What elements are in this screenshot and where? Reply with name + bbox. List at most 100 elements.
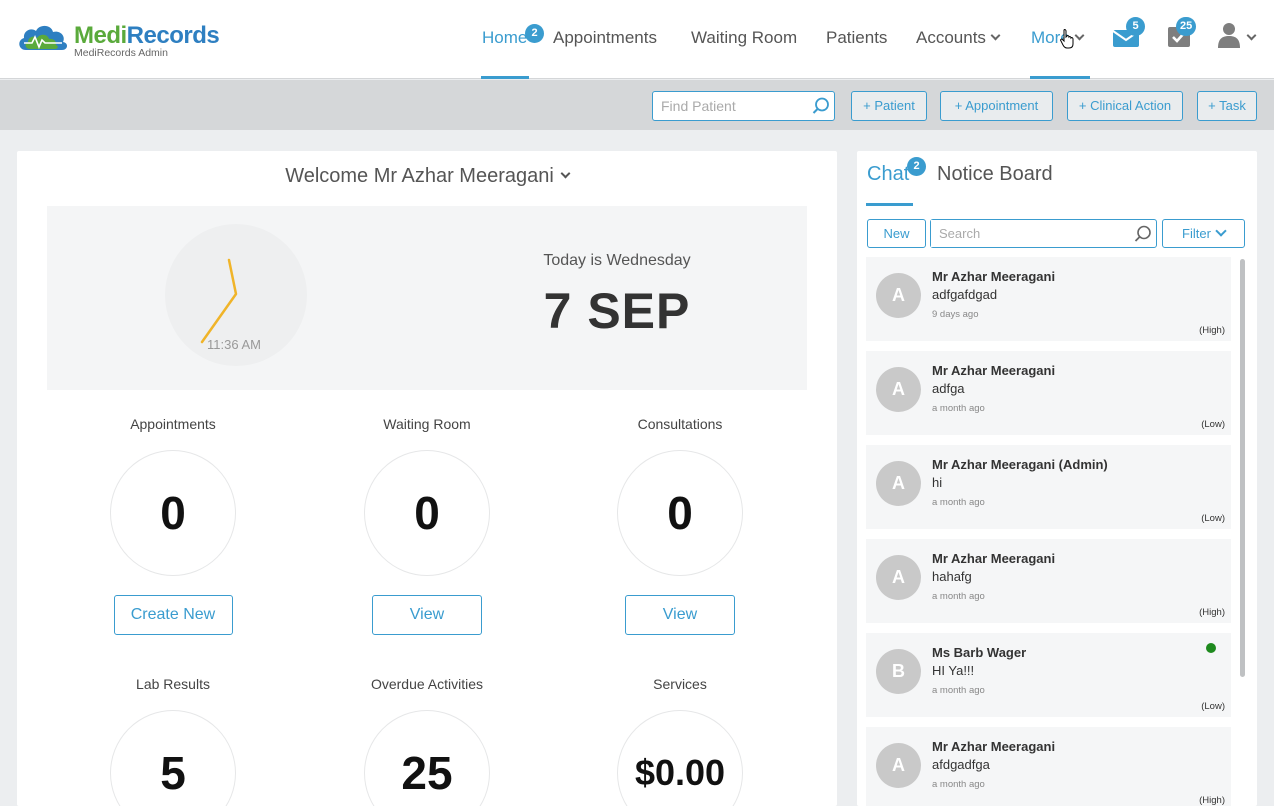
chat-message: afdgadfga [932,757,990,772]
stat-label: Appointments [130,416,216,432]
stat-label: Services [653,676,707,692]
tasks-badge: 25 [1176,17,1197,36]
chat-priority: (High) [1199,795,1225,806]
welcome-menu[interactable]: Welcome Mr Azhar Meeragani [17,165,837,188]
messages-badge: 5 [1126,17,1145,36]
chat-list-item[interactable]: B Ms Barb Wager HI Ya!!! a month ago (Lo… [866,633,1231,717]
chevron-down-icon [1246,30,1257,41]
chat-list-item[interactable]: A Mr Azhar Meeragani afdgadfga a month a… [866,727,1231,806]
avatar: A [876,461,921,506]
search-icon[interactable] [812,97,830,115]
chevron-down-icon [560,168,571,179]
hand-cursor-icon [1060,29,1074,49]
medirecords-logo[interactable]: MediRecords MediRecords Admin [16,20,226,62]
search-icon[interactable] [1134,225,1152,243]
stat-lab-results[interactable]: Lab Results 5 [83,671,263,806]
stat-services[interactable]: Services $0.00 [590,671,770,806]
chat-message: HI Ya!!! [932,663,975,678]
brand-name: MediRecords [74,22,220,49]
cloud-logo-icon [19,25,68,50]
online-status-dot [1206,643,1216,653]
chat-sender: Ms Barb Wager [932,645,1027,660]
stat-value: 0 [110,450,236,576]
add-task-button[interactable]: + Task [1197,91,1257,121]
nav-more-underline [1030,76,1090,79]
chat-search-input[interactable] [931,220,1121,247]
user-menu-button[interactable] [1218,22,1257,53]
stat-label: Overdue Activities [370,676,484,692]
chevron-down-icon [1215,225,1227,237]
new-chat-button[interactable]: New [867,219,926,248]
find-patient-input[interactable] [653,92,803,120]
avatar: A [876,367,921,412]
nav-home-underline [481,76,529,79]
chat-list-item[interactable]: A Mr Azhar Meeragani (Admin) hi a month … [866,445,1231,529]
tab-notice-board[interactable]: Notice Board [937,163,1053,186]
avatar: A [876,555,921,600]
clock-date-widget: 11:36 AM Today is Wednesday 7 SEP [47,206,807,390]
stat-consultations: Consultations 0 View [590,411,770,635]
home-badge: 2 [525,24,544,43]
avatar: A [876,743,921,788]
chat-priority: (Low) [1201,701,1225,712]
user-icon [1218,23,1240,48]
dashboard-panel: Welcome Mr Azhar Meeragani 11:36 AM Toda… [17,151,837,806]
stat-value: 0 [364,450,490,576]
action-toolbar: + Patient + Appointment + Clinical Actio… [0,80,1274,130]
brand-subtitle: MediRecords Admin [74,47,168,59]
chat-badge: 2 [907,157,926,176]
chat-time: 9 days ago [932,309,979,320]
add-patient-button[interactable]: + Patient [851,91,927,121]
nav-waiting-room[interactable]: Waiting Room [691,28,797,48]
chat-message: adfga [932,381,965,396]
chat-list-item[interactable]: A Mr Azhar Meeragani adfga a month ago (… [866,351,1231,435]
chat-sender: Mr Azhar Meeragani [932,739,1056,754]
stat-label: Waiting Room [383,416,471,432]
stat-waiting-room: Waiting Room 0 View [337,411,517,635]
chat-sender: Mr Azhar Meeragani [932,551,1056,566]
filter-label: Filter [1182,226,1211,241]
view-consultations-button[interactable]: View [625,595,735,635]
create-new-appointment-button[interactable]: Create New [113,595,233,635]
add-clinical-action-button[interactable]: + Clinical Action [1067,91,1183,121]
tab-chat[interactable]: Chat [867,163,909,186]
chat-search-box [930,219,1157,248]
current-date: 7 SEP [543,283,691,339]
welcome-text: Welcome Mr Azhar Meeragani [285,165,554,187]
chat-time: a month ago [932,685,985,696]
chat-priority: (High) [1199,607,1225,618]
find-patient-box [652,91,835,121]
nav-appointments[interactable]: Appointments [553,28,657,48]
chevron-down-icon [1074,30,1085,41]
stat-value: 25 [364,710,490,806]
stat-value: 0 [617,450,743,576]
chat-time: a month ago [932,497,985,508]
stat-overdue-activities[interactable]: Overdue Activities 25 [337,671,517,806]
stat-label: Consultations [637,416,723,432]
chat-time: a month ago [932,403,985,414]
nav-patients[interactable]: Patients [826,28,887,48]
view-waiting-room-button[interactable]: View [372,595,482,635]
filter-button[interactable]: Filter [1162,219,1245,248]
chat-sender: Mr Azhar Meeragani [932,363,1056,378]
today-label: Today is Wednesday [543,252,691,269]
top-navbar: MediRecords MediRecords Admin Home 2 App… [0,0,1274,79]
avatar: A [876,273,921,318]
nav-accounts[interactable]: Accounts [916,28,1001,48]
chat-panel: Chat 2 Notice Board New Filter A Mr Azha… [857,151,1257,806]
chat-scrollbar[interactable] [1240,259,1245,677]
chat-message: hi [932,475,943,490]
nav-more[interactable]: More [1031,28,1085,48]
chat-priority: (Low) [1201,419,1225,430]
chat-priority: (High) [1199,325,1225,336]
chat-list-item[interactable]: A Mr Azhar Meeragani hahafg a month ago … [866,539,1231,623]
chat-list-item[interactable]: A Mr Azhar Meeragani adfgafdgad 9 days a… [866,257,1231,341]
chat-sender: Mr Azhar Meeragani [932,269,1056,284]
chat-message: hahafg [932,569,972,584]
nav-home[interactable]: Home [482,28,527,48]
stat-appointments: Appointments 0 Create New [83,411,263,635]
tab-chat-underline [866,203,913,206]
add-appointment-button[interactable]: + Appointment [940,91,1053,121]
stat-label: Lab Results [136,676,210,692]
chat-time: a month ago [932,779,985,790]
